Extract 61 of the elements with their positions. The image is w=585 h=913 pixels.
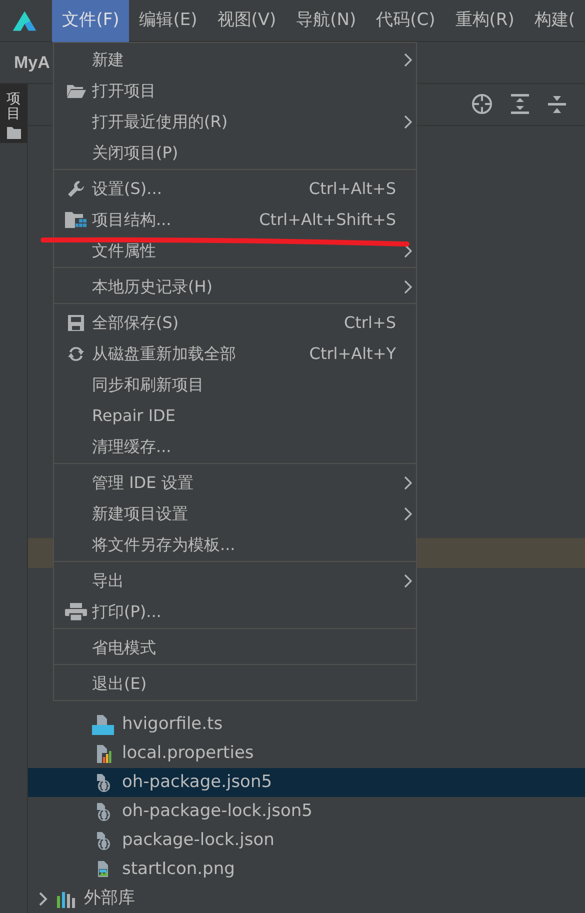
library-icon	[56, 890, 76, 908]
tree-row[interactable]: startIcon.png	[28, 855, 585, 884]
menu-item[interactable]: 导出	[54, 565, 416, 596]
folder-grid-icon	[65, 211, 87, 228]
menu-item[interactable]: 本地历史记录(H)	[54, 271, 416, 302]
file-name: hvigorfile.ts	[122, 713, 223, 736]
menu-bar-item[interactable]: 视图(V)	[207, 0, 286, 42]
file-name: startIcon.png	[122, 858, 235, 881]
menu-item[interactable]: 清理缓存...	[54, 431, 416, 462]
menu-bar-item[interactable]: 构建(	[524, 0, 585, 42]
json-file-icon	[94, 830, 112, 851]
menu-item[interactable]: 管理 IDE 设置	[54, 467, 416, 498]
menu-item[interactable]: 项目结构... Ctrl+Alt+Shift+S	[54, 204, 416, 235]
tree-row[interactable]: package-lock.json	[28, 826, 585, 856]
menu-bar-item[interactable]: 代码(C)	[366, 0, 446, 42]
menu-item[interactable]: 省电模式	[54, 632, 416, 663]
menu-bar-item[interactable]: 重构(R)	[445, 0, 524, 42]
tree-row[interactable]: hvigorfile.ts	[28, 710, 585, 740]
menu-item[interactable]: 从磁盘重新加载全部 Ctrl+Alt+Y	[54, 338, 416, 369]
menu-item[interactable]: 全部保存(S) Ctrl+S	[54, 307, 416, 338]
menu-item[interactable]: 新建	[54, 44, 416, 75]
menu-item[interactable]: 打开项目	[54, 75, 416, 106]
menu-item[interactable]: 新建项目设置	[54, 498, 416, 529]
chevron-right-icon[interactable]	[38, 892, 48, 906]
project-title: MyA	[14, 52, 50, 74]
file-name: local.properties	[122, 742, 254, 765]
menu-item[interactable]: 关闭项目(P)	[54, 137, 416, 168]
menu-item[interactable]: 设置(S)... Ctrl+Alt+S	[54, 173, 416, 204]
menu-item[interactable]: Repair IDE	[54, 400, 416, 431]
file-name: oh-package.json5	[122, 770, 272, 794]
menu-item[interactable]: 退出(E)	[54, 668, 416, 699]
locate-icon[interactable]	[471, 93, 493, 116]
menu-item[interactable]: 同步和刷新项目	[54, 369, 416, 400]
file-name: oh-package-lock.json5	[122, 800, 313, 823]
folder-icon	[66, 82, 86, 98]
menu-bar-item[interactable]: 编辑(E)	[129, 0, 208, 42]
tree-row[interactable]: oh-package-lock.json5	[28, 797, 585, 826]
printer-icon	[65, 602, 87, 620]
app-logo-icon	[12, 10, 38, 32]
menu-item[interactable]: 打印(P)...	[54, 596, 416, 627]
expand-all-icon[interactable]	[510, 93, 530, 116]
collapse-all-icon[interactable]	[547, 93, 567, 116]
properties-file-icon	[94, 744, 112, 764]
tree-row[interactable]: local.properties	[28, 739, 585, 768]
json-file-icon	[94, 772, 112, 793]
refresh-icon	[67, 344, 85, 362]
menu-bar-item[interactable]: 导航(N)	[286, 0, 366, 42]
image-file-icon	[95, 860, 111, 880]
menu-item[interactable]: 打开最近使用的(R)	[54, 106, 416, 137]
folder-icon	[6, 126, 20, 139]
menu-bar-item[interactable]: 文件(F)	[52, 0, 130, 42]
tree-row[interactable]: oh-package.json5	[28, 768, 585, 798]
folder-name: 外部库	[84, 886, 135, 910]
menu-item[interactable]: 文件属性	[54, 235, 416, 266]
project-tool-tab[interactable]: 项目	[0, 84, 27, 143]
json-file-icon	[94, 802, 112, 822]
floppy-icon	[67, 314, 85, 332]
typescript-file-icon	[92, 714, 114, 735]
menu-item[interactable]: 将文件另存为模板...	[54, 529, 416, 560]
wrench-icon	[67, 180, 85, 198]
file-name: package-lock.json	[122, 828, 274, 852]
